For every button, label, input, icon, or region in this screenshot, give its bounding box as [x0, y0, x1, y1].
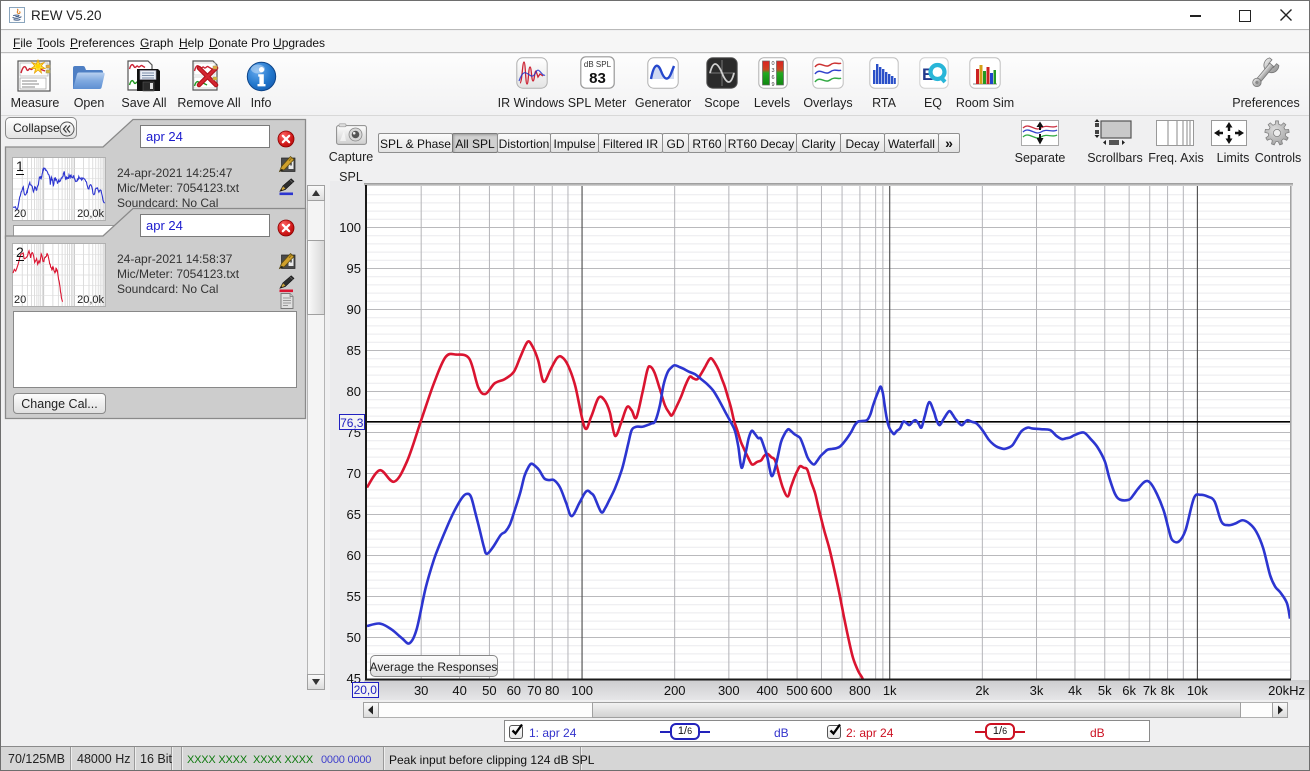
svg-text:83: 83 — [589, 70, 606, 87]
svg-text:3: 3 — [771, 68, 774, 74]
svg-text:6: 6 — [771, 75, 774, 81]
svg-text:9: 9 — [771, 82, 774, 88]
svg-text:0: 0 — [771, 61, 774, 67]
svg-text:dB SPL: dB SPL — [584, 60, 612, 69]
